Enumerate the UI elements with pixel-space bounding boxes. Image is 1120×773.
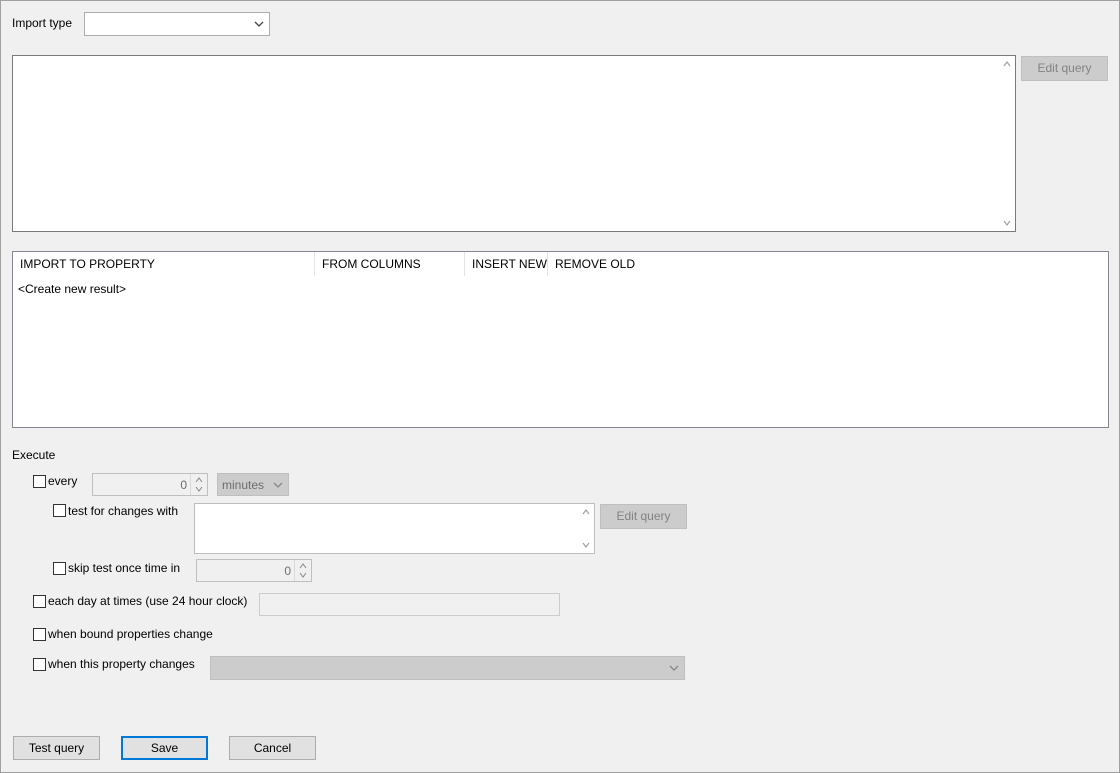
each-day-times-input[interactable] (259, 593, 560, 616)
results-table: IMPORT TO PROPERTY FROM COLUMNS INSERT N… (12, 251, 1109, 428)
skip-test-stepper-arrows[interactable] (294, 560, 311, 581)
each-day-label: each day at times (use 24 hour clock) (48, 594, 248, 608)
cancel-button[interactable]: Cancel (229, 736, 316, 760)
scroll-down-icon[interactable] (1002, 218, 1012, 228)
every-stepper[interactable]: 0 (92, 473, 208, 496)
scroll-down-icon[interactable] (581, 540, 591, 550)
import-dialog: Import type Edit query IMPORT TO PROPERT… (0, 0, 1120, 773)
test-changes-checkbox[interactable] (53, 504, 66, 517)
import-type-select[interactable] (84, 12, 270, 36)
test-changes-scrollbar[interactable] (578, 504, 594, 553)
every-stepper-arrows[interactable] (190, 474, 207, 495)
skip-test-value: 0 (284, 563, 291, 578)
save-button[interactable]: Save (121, 736, 208, 760)
test-changes-label: test for changes with (68, 504, 179, 518)
this-prop-label: when this property changes (48, 657, 195, 671)
execute-heading: Execute (12, 448, 56, 462)
chevron-down-icon (254, 21, 264, 27)
every-label: every (48, 474, 78, 488)
bound-props-checkbox[interactable] (33, 628, 46, 641)
table-row[interactable]: <Create new result> (18, 282, 126, 296)
each-day-checkbox[interactable] (33, 595, 46, 608)
column-header-from-columns[interactable]: FROM COLUMNS (315, 252, 465, 276)
column-header-insert-new[interactable]: INSERT NEW (465, 252, 548, 276)
chevron-down-icon (273, 482, 283, 488)
import-type-label: Import type (12, 16, 73, 30)
test-changes-textarea[interactable] (194, 503, 595, 554)
this-prop-checkbox[interactable] (33, 658, 46, 671)
chevron-down-icon (669, 665, 679, 671)
column-header-remove-old[interactable]: REMOVE OLD (548, 252, 668, 276)
every-value: 0 (180, 477, 187, 492)
stepper-down-icon[interactable] (299, 572, 307, 578)
every-unit-value: minutes (222, 477, 265, 492)
test-changes-edit-query-button[interactable]: Edit query (600, 504, 687, 529)
column-header-import-to-property[interactable]: IMPORT TO PROPERTY (13, 252, 315, 276)
edit-query-button[interactable]: Edit query (1021, 56, 1108, 81)
stepper-down-icon[interactable] (195, 486, 203, 492)
every-unit-select[interactable]: minutes (217, 473, 289, 496)
stepper-up-icon[interactable] (299, 563, 307, 569)
stepper-up-icon[interactable] (195, 477, 203, 483)
every-checkbox[interactable] (33, 475, 46, 488)
query-textarea[interactable] (12, 55, 1016, 232)
bound-props-label: when bound properties change (48, 627, 213, 641)
scroll-up-icon[interactable] (1002, 59, 1012, 69)
test-query-button[interactable]: Test query (13, 736, 100, 760)
scroll-up-icon[interactable] (581, 507, 591, 517)
skip-test-stepper[interactable]: 0 (196, 559, 312, 582)
this-prop-select[interactable] (210, 656, 685, 680)
skip-test-label: skip test once time in (68, 561, 181, 575)
query-scrollbar[interactable] (999, 56, 1015, 231)
skip-test-checkbox[interactable] (53, 562, 66, 575)
